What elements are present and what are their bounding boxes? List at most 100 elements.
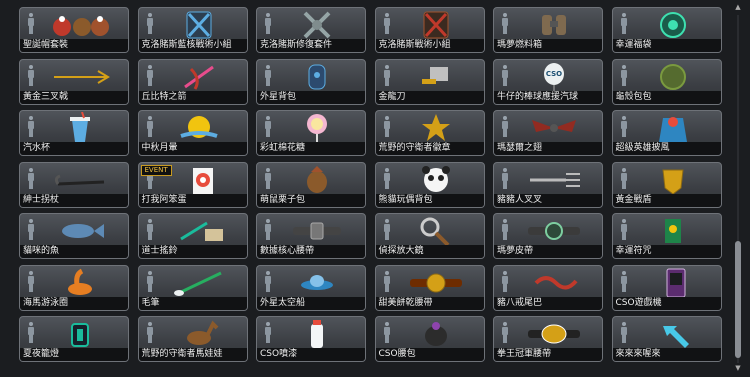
item-name: 瑪瑟爾之翅 — [494, 142, 602, 155]
mid-autumn-moon-icon — [167, 112, 231, 143]
character-silhouette-icon — [501, 219, 509, 241]
character-silhouette-icon — [383, 270, 391, 293]
item-slot[interactable]: 海馬游泳圈 — [19, 264, 129, 311]
item-name: 海馬游泳圈 — [20, 296, 128, 310]
ufo-icon — [285, 267, 349, 298]
item-slot[interactable]: 超級英雄披風 — [611, 110, 722, 156]
waist-bag-icon — [404, 318, 468, 349]
item-name: 豬八戒尾巴 — [494, 296, 602, 310]
item-name: 黃金三叉戟 — [20, 90, 128, 104]
item-slot[interactable]: 萌鼠栗子包 — [256, 161, 366, 208]
item-slot[interactable]: EVENT 打我阿笨蛋 — [137, 161, 248, 208]
item-slot[interactable]: 豬豬人叉叉 — [493, 161, 603, 208]
item-slot[interactable]: 外星太空船 — [256, 264, 366, 311]
item-slot[interactable]: 拳王冠軍腰帶 — [493, 316, 603, 362]
item-slot[interactable]: 金龍刀 — [374, 58, 485, 105]
character-silhouette-icon — [501, 270, 509, 293]
item-slot[interactable]: 熊貓玩偶背包 — [374, 161, 485, 208]
cyan-arrow-icon — [641, 318, 705, 349]
character-silhouette-icon — [501, 322, 509, 344]
item-name: 超級英雄披風 — [612, 142, 721, 155]
character-silhouette-icon — [27, 167, 35, 190]
item-slot[interactable]: 瑪瑟爾之翅 — [493, 110, 603, 156]
item-slot[interactable]: 克洛賭斯戰術小組 — [374, 7, 485, 53]
item-slot[interactable]: 來來來喔來 — [611, 316, 722, 362]
character-silhouette-icon — [383, 322, 391, 344]
item-slot[interactable]: 汽水杯 — [19, 110, 129, 156]
item-slot[interactable]: 克洛賭斯修復套件 — [256, 7, 366, 53]
fuel-tank-icon — [522, 9, 586, 40]
item-name: 黃金戰盾 — [612, 193, 721, 207]
item-name: 道士搖鈴 — [138, 245, 247, 258]
character-silhouette-icon — [264, 167, 272, 190]
panda-backpack-icon — [404, 164, 468, 195]
item-slot[interactable]: 彩虹棉花糖 — [256, 110, 366, 156]
wings-icon — [522, 112, 586, 143]
character-silhouette-icon — [264, 64, 272, 87]
item-slot[interactable]: CSO遊戲機 — [611, 264, 722, 311]
item-slot[interactable]: 荒野的守衛者徽章 — [374, 110, 485, 156]
character-silhouette-icon — [501, 167, 509, 190]
character-silhouette-icon — [501, 13, 509, 35]
item-name: 外星太空船 — [257, 296, 365, 310]
chestnut-bag-icon — [285, 164, 349, 195]
item-slot[interactable]: CSO 牛仔的棒球應援汽球 — [493, 58, 603, 105]
character-silhouette-icon — [27, 270, 35, 293]
character-silhouette-icon — [501, 64, 509, 87]
character-silhouette-icon — [383, 64, 391, 87]
item-slot[interactable]: 黃金戰盾 — [611, 161, 722, 208]
item-slot[interactable]: 貓咪的魚 — [19, 213, 129, 259]
character-silhouette-icon — [620, 322, 628, 344]
item-slot[interactable]: 紳士拐杖 — [19, 161, 129, 208]
character-silhouette-icon — [146, 219, 154, 241]
item-slot[interactable]: 中秋月暈 — [137, 110, 248, 156]
item-slot[interactable]: 幸運福袋 — [611, 7, 722, 53]
item-slot[interactable]: 克洛賭斯藍核戰術小組 — [137, 7, 248, 53]
golden-dragon-knife-icon — [404, 61, 468, 92]
item-slot[interactable]: 毛筆 — [137, 264, 248, 311]
item-slot[interactable]: 偵探放大鏡 — [374, 213, 485, 259]
character-silhouette-icon — [620, 219, 628, 241]
item-slot[interactable]: 幸運符咒 — [611, 213, 722, 259]
item-slot[interactable]: 龜殼包包 — [611, 58, 722, 105]
item-name: 貓咪的魚 — [20, 245, 128, 258]
character-silhouette-icon — [620, 64, 628, 87]
character-silhouette-icon — [264, 322, 272, 344]
item-name: 來來來喔來 — [612, 348, 721, 361]
rainbow-cotton-candy-icon — [285, 112, 349, 143]
item-slot[interactable]: 丘比特之箭 — [137, 58, 248, 105]
item-slot[interactable]: 道士搖鈴 — [137, 213, 248, 259]
character-silhouette-icon — [146, 322, 154, 344]
item-name: CSO遊戲機 — [612, 296, 721, 310]
scroll-thumb[interactable] — [735, 241, 741, 358]
item-name: 荒野的守衛者馬娃娃 — [138, 348, 247, 361]
item-slot[interactable]: 荒野的守衛者馬娃娃 — [137, 316, 248, 362]
item-name: 紳士拐杖 — [20, 193, 128, 207]
item-slot[interactable]: 甜美餅乾腰帶 — [374, 264, 485, 311]
item-slot[interactable]: 瑪夢皮帶 — [493, 213, 603, 259]
brush-icon — [167, 267, 231, 298]
item-slot[interactable]: CSO腰包 — [374, 316, 485, 362]
character-silhouette-icon — [27, 219, 35, 241]
item-slot[interactable]: 數據核心腰帶 — [256, 213, 366, 259]
gentleman-cane-icon — [48, 164, 112, 195]
target-icon — [167, 164, 231, 195]
scroll-down-icon[interactable]: ▼ — [734, 364, 742, 372]
item-slot[interactable]: 豬八戒尾巴 — [493, 264, 603, 311]
item-name: 中秋月暈 — [138, 142, 247, 155]
scrollbar[interactable]: ▲ ▼ — [733, 3, 743, 373]
item-slot[interactable]: 聖誕帽套裝 — [19, 7, 129, 53]
item-slot[interactable]: CSO噴漆 — [256, 316, 366, 362]
character-silhouette-icon — [146, 64, 154, 87]
item-slot[interactable]: 瑪夢燃料箱 — [493, 7, 603, 53]
item-slot[interactable]: 外星背包 — [256, 58, 366, 105]
item-name: CSO腰包 — [375, 348, 484, 361]
superhero-cape-icon — [641, 112, 705, 143]
character-silhouette-icon — [27, 13, 35, 35]
sheriff-badge-icon — [404, 112, 468, 143]
item-slot[interactable]: 夏夜籠燈 — [19, 316, 129, 362]
scroll-up-icon[interactable]: ▲ — [734, 3, 742, 11]
golden-shield-icon — [641, 164, 705, 195]
item-slot[interactable]: 黃金三叉戟 — [19, 58, 129, 105]
lantern-icon — [48, 318, 112, 349]
